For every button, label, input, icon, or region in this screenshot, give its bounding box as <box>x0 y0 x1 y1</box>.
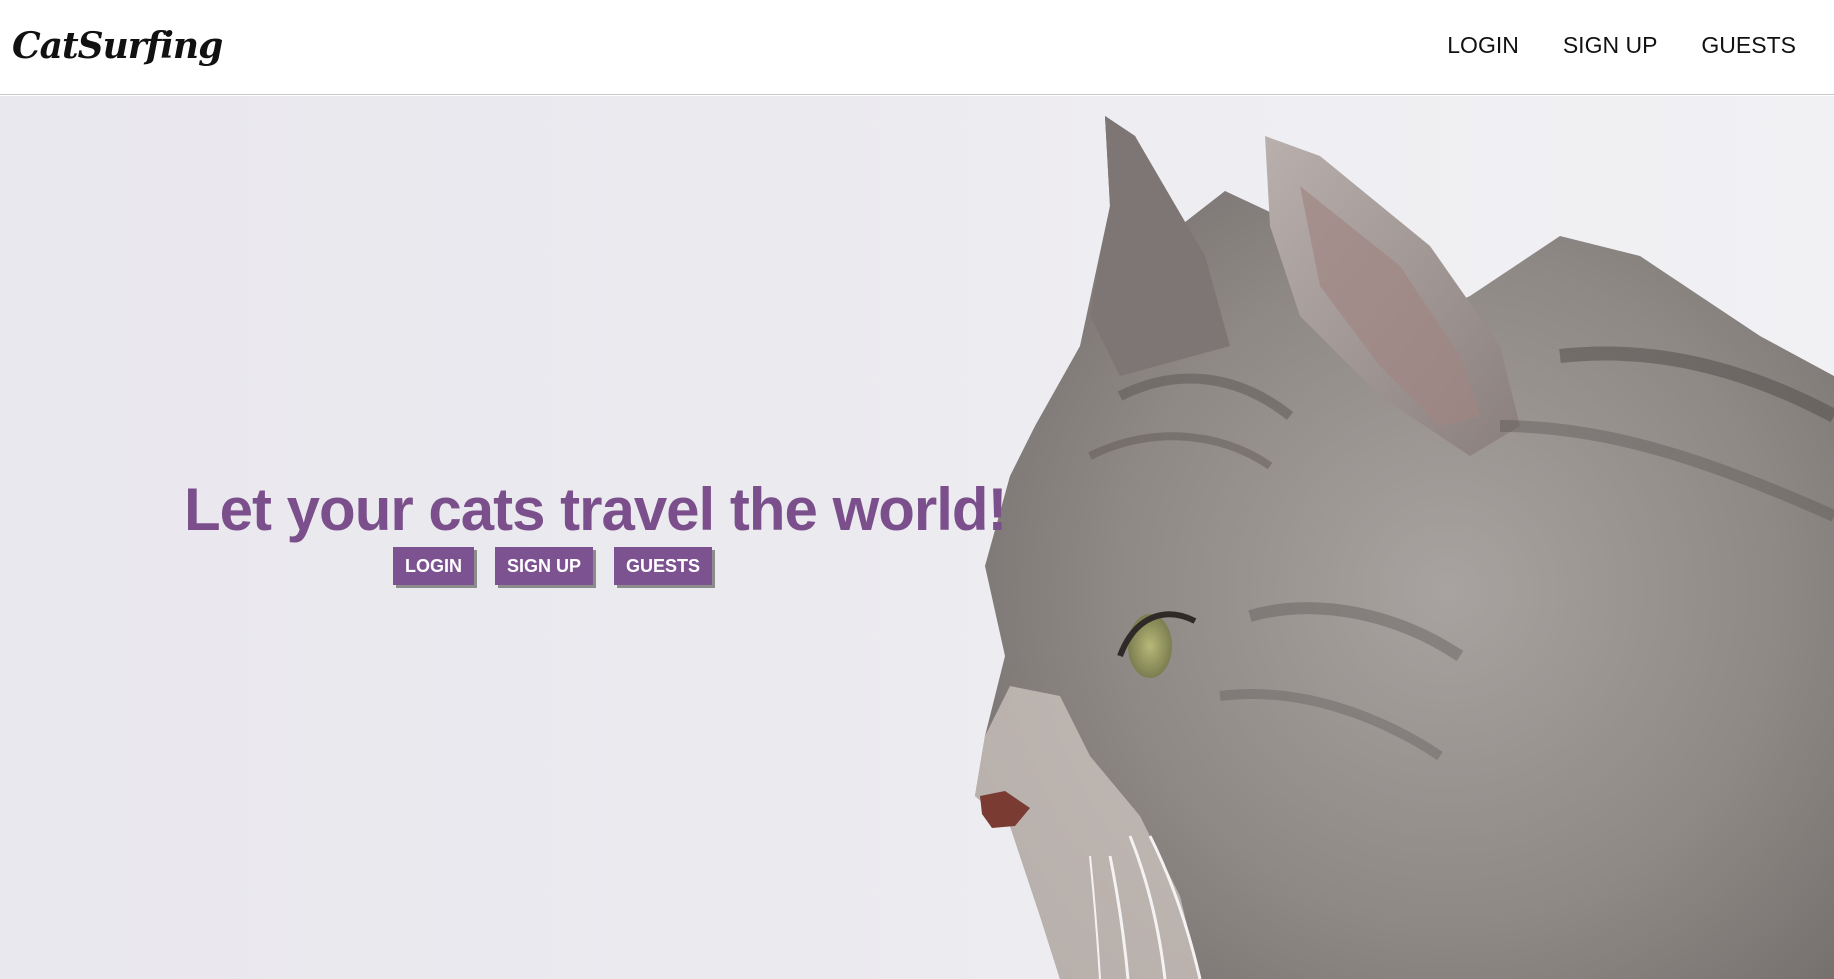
nav-signup-link[interactable]: SIGN UP <box>1563 30 1658 60</box>
nav-guests-link[interactable]: GUESTS <box>1701 30 1796 60</box>
hero-login-button[interactable]: LOGIN <box>393 547 474 585</box>
site-logo[interactable]: CatSurfing <box>12 24 223 68</box>
hero-buttons: LOGIN SIGN UP GUESTS <box>393 547 713 585</box>
hero-guests-button[interactable]: GUESTS <box>614 547 713 585</box>
nav-links: LOGIN SIGN UP GUESTS <box>1447 30 1796 60</box>
top-navbar: CatSurfing LOGIN SIGN UP GUESTS <box>0 0 1834 95</box>
nav-login-link[interactable]: LOGIN <box>1447 30 1519 60</box>
hero-signup-button[interactable]: SIGN UP <box>495 547 594 585</box>
cat-eye <box>1128 614 1172 678</box>
hero-section: Let your cats travel the world! LOGIN SI… <box>0 96 1834 979</box>
hero-title: Let your cats travel the world! <box>184 476 1008 543</box>
